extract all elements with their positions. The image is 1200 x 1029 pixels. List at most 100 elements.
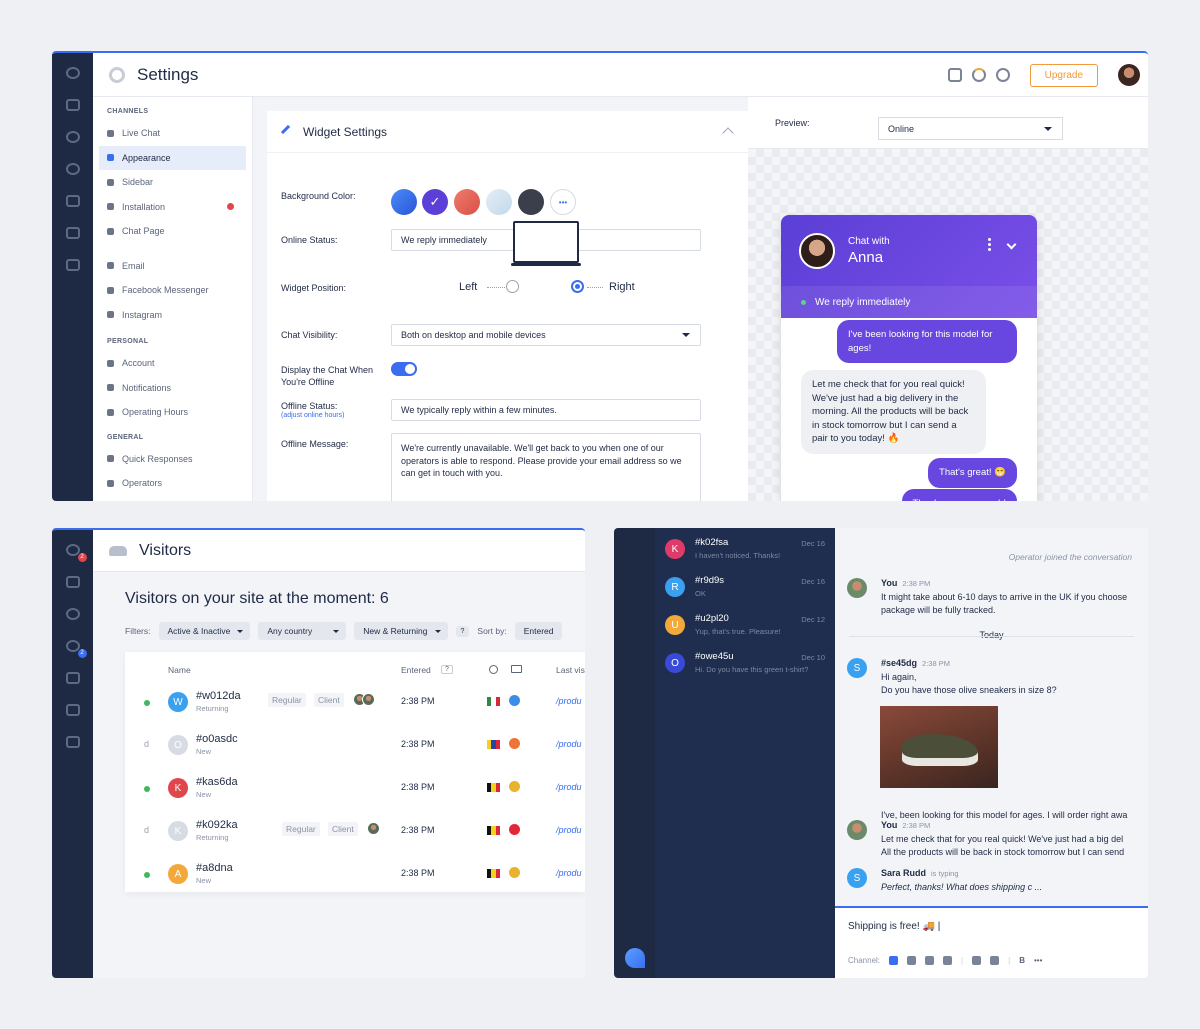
more-vertical-icon[interactable] [988, 243, 991, 246]
contacts-icon[interactable] [65, 672, 80, 684]
bold-button[interactable]: B [1019, 956, 1025, 965]
table-row[interactable]: W #w012da Returning Regular Client 2:38 PM/pr… [125, 682, 585, 725]
nav-item-chat-page[interactable]: Chat Page [93, 219, 252, 244]
last-visited-page[interactable]: /produ [556, 868, 582, 878]
filter-type-dropdown[interactable]: New & Returning [354, 622, 448, 640]
conversation-item[interactable]: R #r9d9s OK Dec 16 [655, 569, 835, 607]
messenger-channel-icon[interactable] [925, 956, 935, 965]
visitor-id[interactable]: #a8dna [196, 862, 233, 874]
nav-item-account[interactable]: Account [93, 351, 252, 376]
more-button[interactable]: ••• [1034, 956, 1042, 965]
position-right-radio[interactable] [571, 280, 584, 293]
swatch-blue[interactable] [391, 189, 417, 215]
analytics-icon[interactable] [65, 259, 80, 271]
chat-icon[interactable] [65, 67, 80, 79]
news-icon[interactable] [947, 68, 962, 82]
visitor-id[interactable]: #k092ka [196, 819, 238, 831]
table-row[interactable]: d O #o0asdc New 2:38 PM/produ [125, 725, 585, 768]
offline-message-textarea[interactable]: We're currently unavailable. We'll get b… [391, 433, 701, 501]
nav-item-installation[interactable]: Installation [93, 195, 252, 220]
chat-visibility-select[interactable]: Both on desktop and mobile devices [391, 324, 701, 346]
instagram-channel-icon[interactable] [943, 956, 953, 965]
message-bubble: Let me check that for you real quick! We… [801, 370, 986, 454]
swatch-coral[interactable] [454, 189, 480, 215]
visitors-icon[interactable] [65, 163, 80, 175]
conversation-item[interactable]: K #k02fsa I haven't noticed. Thanks! Dec 16 [655, 531, 835, 569]
more-colors-button[interactable]: ••• [550, 189, 576, 215]
visitor-id[interactable]: #kas6da [196, 776, 238, 788]
filter-activity-dropdown[interactable]: Active & Inactive [158, 622, 251, 640]
date-divider: Today [835, 630, 1148, 640]
conversation-item[interactable]: O #owe45u Hi. Do you have this green t-shi… [655, 645, 835, 683]
progress-ring-icon[interactable] [971, 68, 986, 82]
position-left-radio[interactable] [506, 280, 519, 293]
nav-item-sidebar[interactable]: Sidebar [93, 170, 252, 195]
help-icon[interactable]: ? [455, 625, 470, 637]
bot-icon[interactable] [65, 608, 80, 620]
nav-label: Account [122, 358, 155, 369]
table-row[interactable]: K #kas6da New 2:38 PM/produ [125, 768, 585, 811]
home-icon[interactable] [65, 99, 80, 111]
last-visited-page[interactable]: /produ [556, 739, 582, 749]
swatch-purple-selected[interactable]: ✓ [422, 189, 448, 215]
conversation-item[interactable]: U #u2pl20 Yup, that's true. Pleasure! Dec 1… [655, 607, 835, 645]
inbox-icon[interactable] [65, 227, 80, 239]
chat-icon[interactable] [65, 544, 87, 562]
widget-settings-header[interactable]: Widget Settings [267, 111, 748, 153]
last-visited-page[interactable]: /produ [556, 782, 582, 792]
operator-avatar [847, 578, 867, 598]
home-icon[interactable] [65, 576, 80, 588]
lightning-icon[interactable] [972, 956, 982, 965]
last-visited-page[interactable]: /produ [556, 696, 582, 706]
nav-item-operators[interactable]: Operators [93, 471, 252, 496]
last-visited-page[interactable]: /produ [556, 825, 582, 835]
settings-topbar: Settings Upgrade [93, 53, 1148, 97]
email-channel-icon[interactable] [907, 956, 917, 965]
column-entered[interactable]: Entered [401, 665, 431, 675]
swatch-dark[interactable] [518, 189, 544, 215]
nav-item-quick-responses[interactable]: Quick Responses [93, 447, 252, 472]
analytics-icon[interactable] [65, 736, 80, 748]
bot-icon[interactable] [990, 956, 1000, 965]
help-icon[interactable]: ? [441, 665, 453, 674]
column-name[interactable]: Name [168, 665, 191, 675]
visitors-icon[interactable] [65, 640, 87, 658]
adjust-online-hours-link[interactable]: (adjust online hours) [281, 412, 344, 419]
browser-icon [509, 695, 520, 706]
livechat-channel-icon[interactable] [889, 956, 899, 965]
nav-item-notifications[interactable]: Notifications [93, 376, 252, 401]
offline-status-input[interactable]: We typically reply within a few minutes. [391, 399, 701, 421]
nav-item-appearance[interactable]: Appearance [99, 145, 246, 170]
nav-item-live-chat[interactable]: Live Chat [93, 121, 252, 146]
sort-dropdown[interactable]: Entered [514, 622, 563, 640]
nav-item-operating-hours[interactable]: Operating Hours [93, 400, 252, 425]
column-last-visited[interactable]: Last vis [556, 665, 585, 675]
inbox-icon[interactable] [65, 704, 80, 716]
composer-input[interactable]: Shipping is free! 🚚 | [848, 921, 940, 932]
visitor-id[interactable]: #o0asdc [196, 733, 238, 745]
message-composer[interactable]: Shipping is free! 🚚 | Channel: | | B ••• [835, 906, 1148, 978]
nav-item-email[interactable]: Email [93, 254, 252, 279]
swatch-light-blue[interactable] [486, 189, 512, 215]
display-offline-toggle[interactable] [391, 362, 417, 376]
broadcast-icon[interactable] [995, 68, 1010, 82]
table-row[interactable]: A #a8dna New 2:38 PM/produ [125, 854, 585, 897]
chevron-down-icon[interactable] [1006, 239, 1017, 250]
visitors-heading: Visitors on your site at the moment: 6 [125, 590, 389, 607]
desktop-icon [511, 665, 522, 673]
nav-label: Chat Page [122, 226, 165, 237]
nav-item-facebook-messenger[interactable]: Facebook Messenger [93, 278, 252, 303]
visitor-id[interactable]: #w012da [196, 690, 241, 702]
visitors-panel: Visitors Visitors on your site at the mo… [52, 528, 585, 978]
user-avatar[interactable] [1118, 64, 1140, 86]
agent-name: Anna [848, 249, 884, 266]
visitor-status: New [196, 747, 212, 756]
sneaker-image[interactable] [880, 706, 998, 788]
table-row[interactable]: d K #k092ka Returning Regular Client 2:38 PM/p… [125, 811, 585, 854]
nav-item-instagram[interactable]: Instagram [93, 303, 252, 328]
upgrade-button[interactable]: Upgrade [1029, 63, 1098, 87]
filter-country-dropdown[interactable]: Any country [258, 622, 347, 640]
preview-status-select[interactable]: Online [878, 117, 1063, 140]
bot-icon[interactable] [65, 131, 80, 143]
contacts-icon[interactable] [65, 195, 80, 207]
